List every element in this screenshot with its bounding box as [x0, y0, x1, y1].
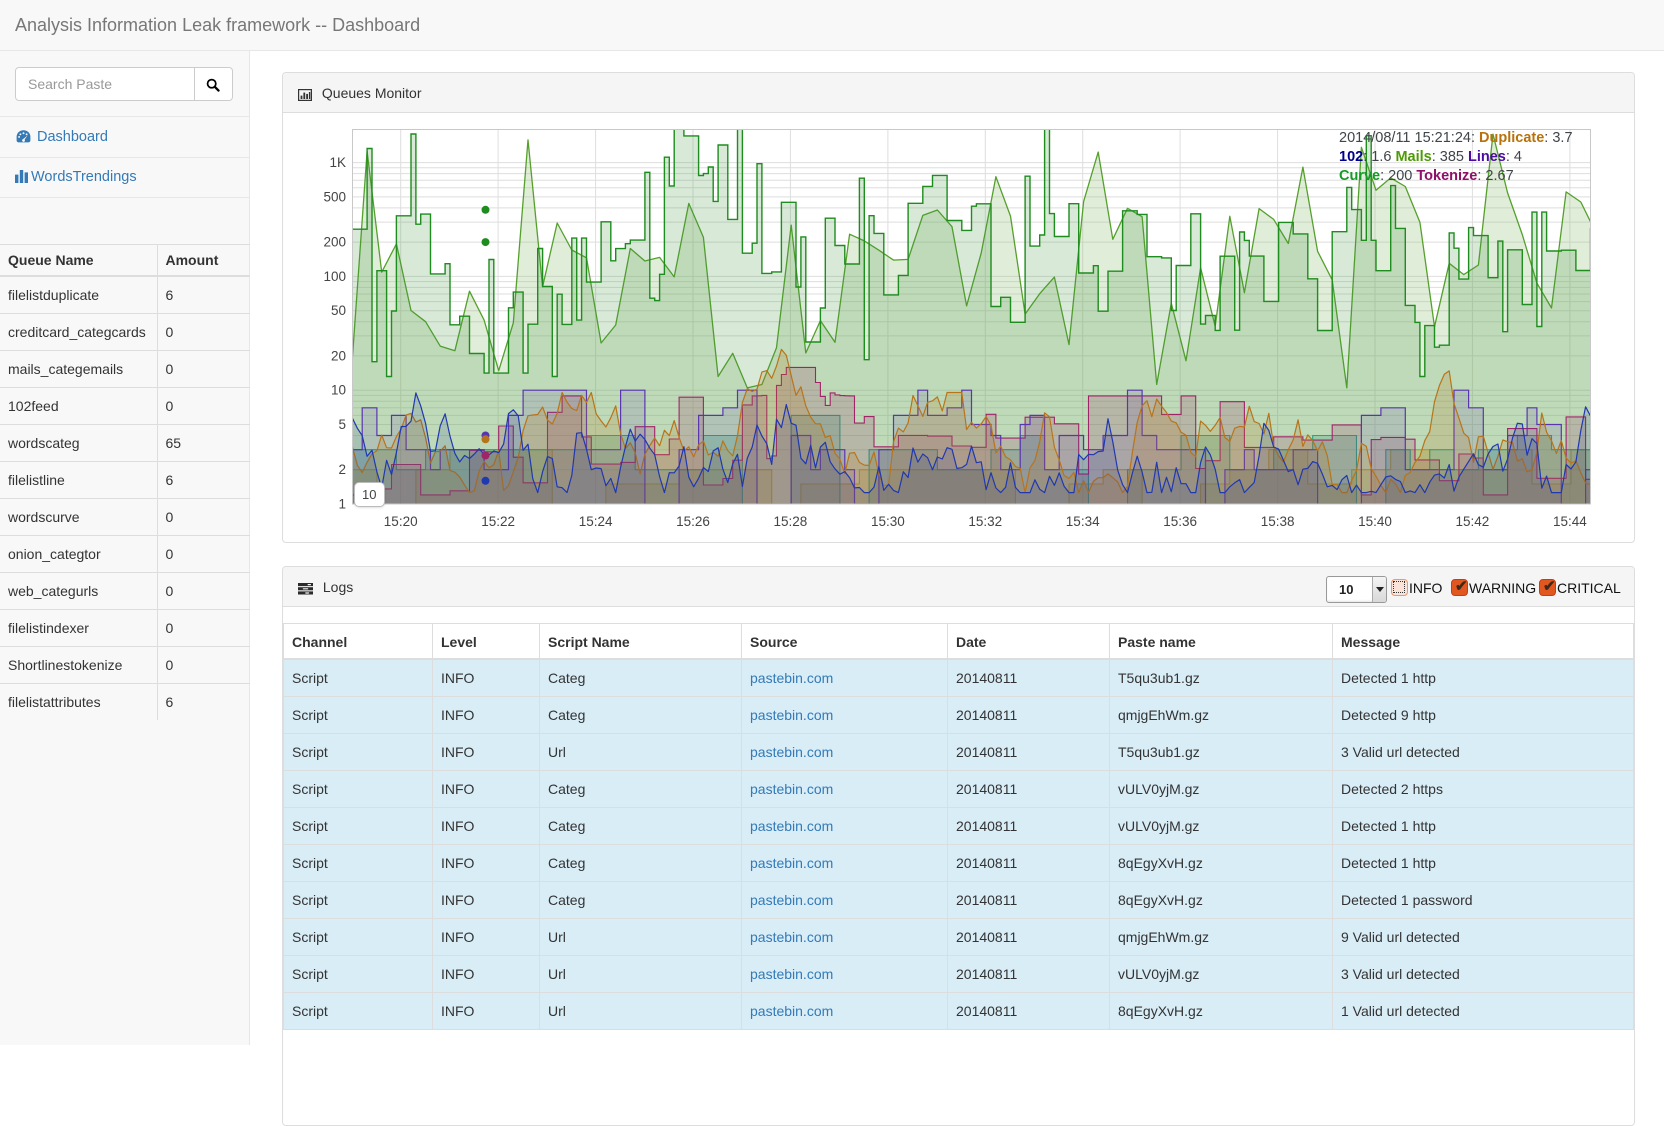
svg-text:15:34: 15:34	[1066, 514, 1100, 529]
svg-text:20: 20	[331, 348, 346, 363]
svg-text:15:22: 15:22	[481, 514, 515, 529]
svg-text:15:30: 15:30	[871, 514, 905, 529]
svg-text:500: 500	[323, 189, 346, 204]
svg-text:15:44: 15:44	[1553, 514, 1587, 529]
svg-text:15:36: 15:36	[1163, 514, 1197, 529]
svg-text:15:32: 15:32	[968, 514, 1002, 529]
svg-text:5: 5	[338, 417, 346, 432]
svg-text:15:28: 15:28	[774, 514, 808, 529]
svg-text:15:26: 15:26	[676, 514, 710, 529]
svg-text:200: 200	[323, 235, 346, 250]
svg-text:2: 2	[338, 462, 346, 477]
svg-text:15:40: 15:40	[1358, 514, 1392, 529]
svg-text:15:20: 15:20	[384, 514, 418, 529]
svg-text:15:24: 15:24	[579, 514, 613, 529]
svg-text:1: 1	[338, 497, 346, 512]
svg-text:50: 50	[331, 303, 346, 318]
svg-text:15:42: 15:42	[1456, 514, 1490, 529]
svg-text:100: 100	[323, 269, 346, 284]
svg-text:10: 10	[331, 383, 346, 398]
svg-text:1K: 1K	[329, 155, 346, 170]
svg-text:15:38: 15:38	[1261, 514, 1295, 529]
